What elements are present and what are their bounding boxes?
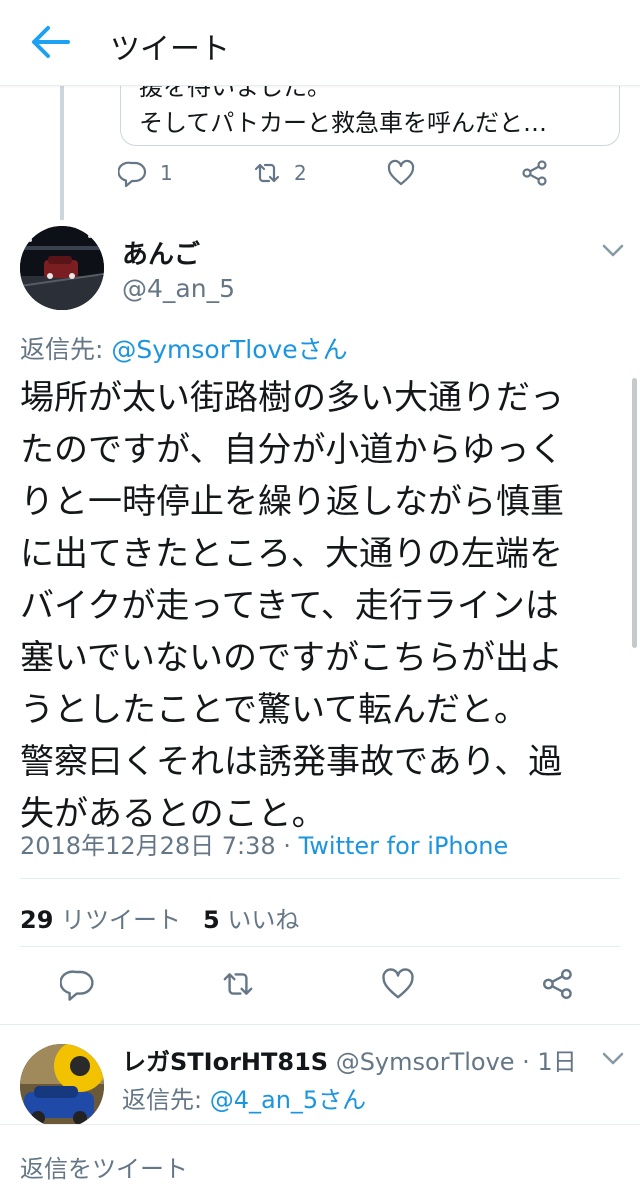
share-button[interactable] (540, 966, 580, 1006)
share-icon (543, 969, 572, 999)
prev-tweet-actions: 1 2 (118, 158, 558, 198)
scrollbar[interactable] (632, 378, 637, 648)
tweet-text-line: たのですが、自分が小道からゆっく (20, 430, 564, 470)
avatar-photo (20, 1044, 104, 1128)
like-button[interactable] (380, 966, 420, 1006)
reply-context: 返信先: @SymsorTloveさん (20, 330, 348, 366)
share-icon (522, 160, 547, 186)
page-title: ツイート (110, 32, 230, 67)
tweet-text-line: 場所が太い街路樹の多い大通りだっ (20, 378, 564, 418)
reply-context: 返信先: @4_an_5さん (122, 1080, 366, 1115)
reply-count: 1 (160, 161, 173, 185)
like-button[interactable] (386, 158, 416, 188)
tweet-text-line: バイクが走ってきて、走行ラインは (20, 586, 559, 626)
tweet-text-line: に出てきたところ、大通りの左端を (20, 534, 563, 574)
back-arrow-icon[interactable] (30, 24, 70, 60)
tweet-meta: 2018年12月28日 7:38 · Twitter for iPhone (20, 826, 508, 861)
share-button[interactable] (520, 158, 550, 188)
thread-connector (60, 86, 64, 220)
tweet-actions (0, 966, 640, 1006)
mention-link[interactable]: @SymsorTloveさん (111, 335, 347, 364)
avatar[interactable] (20, 226, 104, 310)
reply-input-placeholder[interactable]: 返信をツイート (20, 1149, 188, 1184)
tweet-text-line: 警察曰くそれは誘発事故であり、過 (20, 742, 563, 782)
reply-button[interactable]: 1 (118, 158, 173, 188)
timestamp: 2018年12月28日 7:38 · (20, 832, 299, 860)
retweets-label: リツイート (61, 906, 182, 934)
retweets-count: 29 (20, 906, 54, 934)
reply-icon (59, 970, 94, 1001)
mention-link[interactable]: @4_an_5さん (210, 1086, 366, 1114)
retweet-count: 2 (294, 161, 307, 185)
likes-count: 5 (203, 906, 220, 934)
reply-icon (118, 161, 147, 188)
tweet-text-line: 塞いでいないのですがこちらが出よ (20, 638, 563, 678)
like-icon (387, 159, 415, 186)
likes-label: いいね (227, 906, 300, 934)
retweet-icon (223, 973, 253, 995)
reply-composer[interactable]: 返信をツイート (0, 1124, 640, 1197)
top-bar: ツイート (0, 0, 640, 86)
client-link[interactable]: Twitter for iPhone (299, 832, 509, 860)
tweet-text-line: りと一時停止を繰り返しながら慎重 (20, 482, 564, 522)
avatar-photo (20, 226, 104, 310)
display-name[interactable]: レガSTIorHT81S (122, 1048, 328, 1076)
tweet-text-line: うとしたことで驚いて転んだと。 (20, 690, 528, 730)
divider (20, 946, 620, 947)
display-name[interactable]: あんご (122, 234, 200, 271)
retweet-icon (254, 163, 280, 183)
divider (20, 878, 620, 879)
caret-down-icon[interactable] (600, 240, 626, 260)
reply-prefix: 返信先: (122, 1086, 210, 1114)
avatar[interactable] (20, 1044, 104, 1128)
tweet-body: 場所が太い街路樹の多い大通りだっ たのですが、自分が小道からゆっく りと一時停止… (20, 372, 620, 840)
likes-stat[interactable]: 5 いいね (203, 906, 299, 934)
quote-line: そしてパトカーと救急車を呼んだと… (139, 109, 547, 137)
reply-prefix: 返信先: (20, 335, 112, 364)
retweet-button[interactable] (220, 966, 260, 1006)
retweets-stat[interactable]: 29 リツイート (20, 906, 181, 934)
user-handle[interactable]: @4_an_5 (122, 274, 235, 303)
reply-meta: @SymsorTlove · 1日 (328, 1048, 577, 1076)
reply-header: レガSTIorHT81S @SymsorTlove · 1日 (122, 1042, 577, 1077)
engagement-stats: 29 リツイート 5 いいね (20, 900, 299, 935)
divider (0, 1024, 640, 1025)
like-icon (382, 968, 414, 999)
caret-down-icon[interactable] (600, 1048, 626, 1068)
retweet-button[interactable]: 2 (252, 158, 307, 188)
reply-button[interactable] (59, 966, 100, 1006)
